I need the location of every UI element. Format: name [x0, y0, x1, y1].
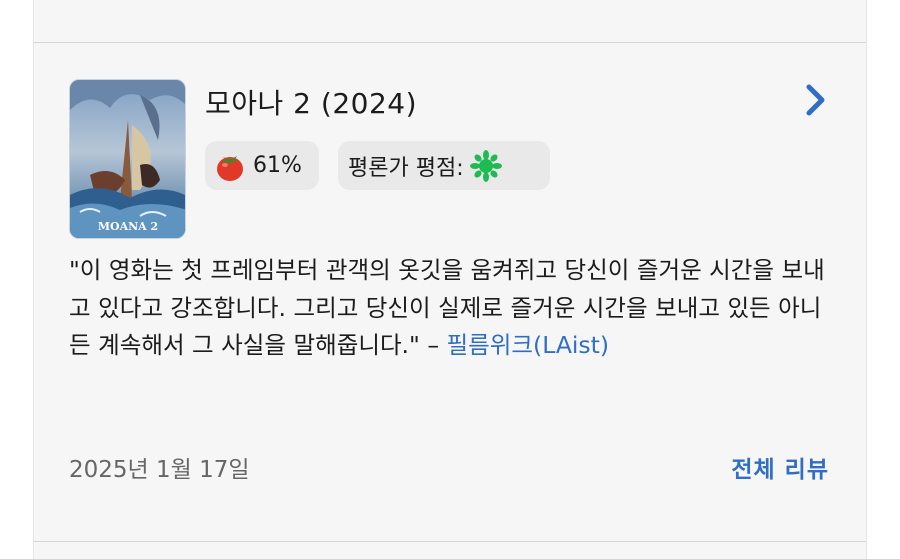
top-divider [34, 42, 866, 43]
tomatometer-value: 61% [253, 153, 302, 178]
bottom-divider [34, 541, 866, 542]
movie-poster[interactable]: MOANA 2 [69, 79, 186, 239]
tomatometer-badge: 61% [205, 141, 319, 190]
review-date: 2025년 1월 17일 [69, 457, 250, 483]
review-card: MOANA 2 모아나 2 (2024) 61% 평론가 평점: "이 영화는 … [33, 0, 867, 559]
critic-rating-badge: 평론가 평점: [338, 141, 550, 190]
review-quote: "이 영화는 첫 프레임부터 관객의 옷깃을 움켜쥐고 당신이 즐거운 시간을 … [69, 252, 839, 365]
review-source-link[interactable]: 필름위크(LAist) [447, 331, 610, 359]
all-reviews-link[interactable]: 전체 리뷰 [731, 450, 829, 484]
tomato-icon [217, 155, 243, 181]
movie-title[interactable]: 모아나 2 (2024) [205, 82, 417, 122]
review-dash: – [419, 331, 447, 359]
critic-rating-label: 평론가 평점: [348, 155, 464, 181]
green-splat-icon [469, 149, 502, 182]
poster-caption: MOANA 2 [98, 220, 158, 233]
chevron-right-icon[interactable] [800, 82, 830, 118]
